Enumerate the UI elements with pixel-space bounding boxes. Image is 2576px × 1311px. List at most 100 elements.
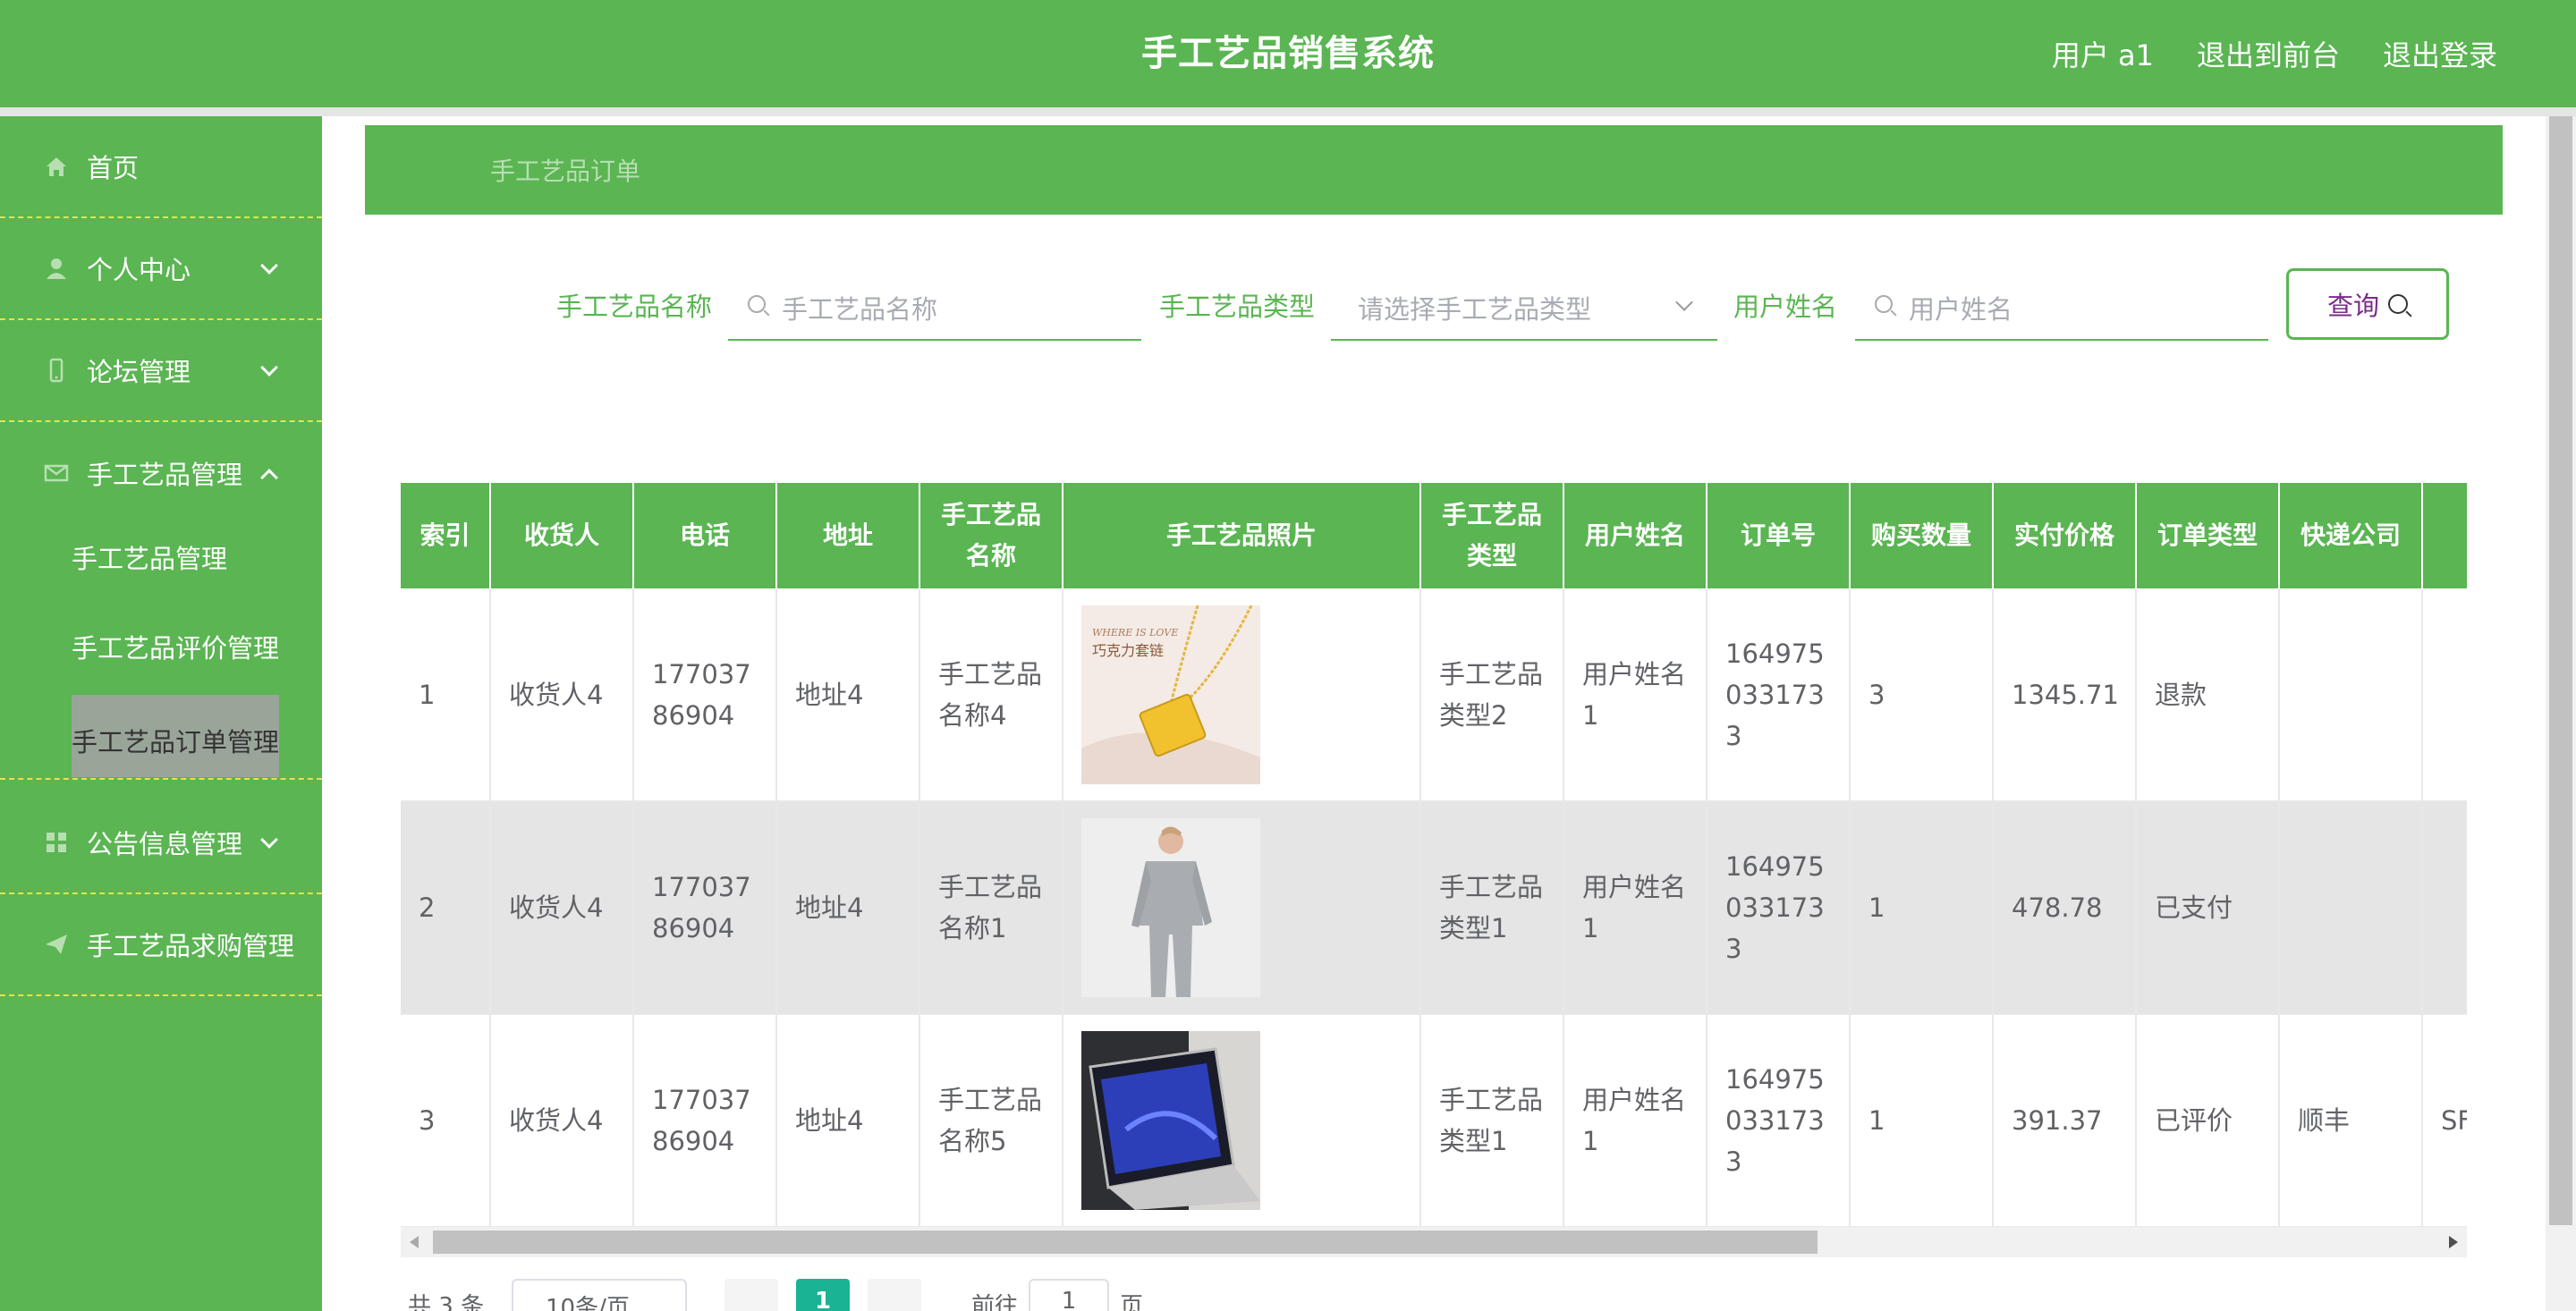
sidebar-subitem-crafts[interactable]: 手工艺品管理 (0, 512, 322, 602)
column-header: 订单号 (1707, 483, 1851, 588)
chevron-down-icon (1675, 293, 1693, 311)
chevron-down-icon (260, 359, 278, 376)
craft-name-placeholder: 手工艺品名称 (782, 294, 938, 325)
cell-phone: 17703786904 (633, 1014, 777, 1228)
sidebar-subitem-label: 手工艺品管理 (72, 544, 228, 574)
search-icon (748, 295, 766, 313)
user-name-input[interactable]: 用户姓名 (1855, 273, 2268, 341)
phone-icon (43, 357, 70, 384)
sidebar-item-label: 个人中心 (87, 255, 191, 285)
column-header: 用户姓名 (1563, 483, 1707, 588)
cell-tracking: SF1254 (2422, 1014, 2467, 1228)
cell-user: 用户姓名1 (1563, 588, 1707, 802)
search-icon (1875, 295, 1893, 313)
sidebar-item-profile[interactable]: 个人中心 (0, 218, 322, 320)
sidebar-item-forum[interactable]: 论坛管理 (0, 320, 322, 422)
sidebar-item-notices[interactable]: 公告信息管理 (0, 792, 322, 894)
cell-tracking (2422, 588, 2467, 802)
cell-order-type: 退款 (2136, 588, 2280, 802)
table-scrollbar-thumb[interactable] (433, 1231, 1818, 1254)
search-icon (2388, 294, 2408, 314)
column-header: 快递公司 (2279, 483, 2423, 588)
laptop-photo[interactable] (1081, 1031, 1260, 1210)
table-header-row: 索引 收货人 电话 地址 手工艺品名称 手工艺品照片 手工艺品类型 用户姓名 订… (401, 483, 2467, 588)
page-scrollbar[interactable] (2546, 116, 2576, 1311)
sidebar-item-purchase-requests[interactable]: 手工艺品求购管理 (0, 894, 322, 996)
sidebar-item-crafts[interactable]: 手工艺品管理 (0, 422, 322, 524)
scroll-left-arrow-icon[interactable] (410, 1236, 419, 1248)
cell-user: 用户姓名1 (1563, 801, 1707, 1015)
cell-order-type: 已支付 (2136, 801, 2280, 1015)
column-header: 索引 (401, 483, 491, 588)
header-divider (0, 107, 2576, 116)
page-scrollbar-thumb[interactable] (2549, 116, 2572, 1225)
table-horizontal-scrollbar[interactable] (401, 1227, 2467, 1257)
cell-craft-name: 手工艺品名称4 (919, 588, 1063, 802)
cell-receiver: 收货人4 (490, 588, 634, 802)
cell-index: 3 (401, 1014, 491, 1228)
orders-table: 索引 收货人 电话 地址 手工艺品名称 手工艺品照片 手工艺品类型 用户姓名 订… (401, 483, 2467, 1228)
exit-to-front-link[interactable]: 退出到前台 (2197, 33, 2340, 74)
page-number-button[interactable]: 1 (796, 1279, 850, 1311)
cell-address: 地址4 (776, 1014, 920, 1228)
cell-qty: 3 (1850, 588, 1994, 802)
column-header: 电话 (633, 483, 777, 588)
cell-qty: 1 (1850, 801, 1994, 1015)
sidebar-subitem-label: 手工艺品评价管理 (72, 633, 280, 664)
scroll-right-arrow-icon[interactable] (2449, 1236, 2458, 1248)
goto-page-input[interactable]: 1 (1029, 1279, 1109, 1311)
user-name-placeholder: 用户姓名 (1909, 294, 2013, 325)
craft-name-label: 手工艺品名称 (556, 292, 713, 322)
necklace-caption-cn: 巧克力套链 (1092, 642, 1164, 659)
cell-photo (1063, 1014, 1421, 1228)
column-header: 实付价格 (1993, 483, 2137, 588)
cell-address: 地址4 (776, 588, 920, 802)
necklace-photo[interactable]: WHERE IS LOVE 巧克力套链 (1081, 605, 1260, 784)
logout-link[interactable]: 退出登录 (2383, 33, 2497, 74)
cell-craft-name: 手工艺品名称1 (919, 801, 1063, 1015)
sidebar-subitem-orders[interactable]: 手工艺品订单管理 (0, 691, 322, 781)
query-button[interactable]: 查询 (2286, 268, 2449, 340)
page-size-value: 10条/页 (546, 1295, 630, 1311)
cell-courier (2279, 588, 2423, 802)
column-header: 手工艺品类型 (1420, 483, 1564, 588)
cell-craft-type: 手工艺品类型1 (1420, 801, 1564, 1015)
send-icon (43, 931, 70, 958)
table-row[interactable]: 1 收货人4 17703786904 地址4 手工艺品名称4 WHERE IS … (401, 588, 2467, 802)
goto-label: 前往 (971, 1293, 1019, 1311)
sidebar-item-label: 手工艺品管理 (87, 460, 243, 490)
column-header: 手工艺品照片 (1063, 483, 1421, 588)
cell-courier: 顺丰 (2279, 1014, 2423, 1228)
cell-order-no: 1649750331733 (1707, 801, 1851, 1015)
cell-photo: WHERE IS LOVE 巧克力套链 (1063, 588, 1421, 802)
cell-phone: 17703786904 (633, 801, 777, 1015)
cell-index: 1 (401, 588, 491, 802)
column-header: 手工艺品名称 (919, 483, 1063, 588)
breadcrumb: 手工艺品订单 (365, 125, 2503, 215)
sidebar-item-label: 论坛管理 (87, 357, 191, 387)
cell-price: 1345.71 (1993, 588, 2137, 802)
suit-photo[interactable] (1081, 818, 1260, 997)
craft-name-input[interactable]: 手工艺品名称 (728, 273, 1141, 341)
sidebar-item-home[interactable]: 首页 (0, 116, 322, 218)
craft-type-select[interactable]: 请选择手工艺品类型 (1331, 273, 1717, 341)
cell-receiver: 收货人4 (490, 801, 634, 1015)
next-page-button[interactable] (868, 1279, 921, 1311)
cell-order-no: 1649750331733 (1707, 1014, 1851, 1228)
page-size-select[interactable]: 10条/页 (512, 1279, 687, 1311)
sidebar-item-label: 首页 (87, 153, 140, 183)
chevron-down-icon (260, 257, 278, 275)
envelope-icon (43, 460, 70, 486)
query-button-label: 查询 (2326, 291, 2379, 321)
cell-craft-name: 手工艺品名称5 (919, 1014, 1063, 1228)
cell-craft-type: 手工艺品类型2 (1420, 588, 1564, 802)
cell-tracking (2422, 801, 2467, 1015)
table-row[interactable]: 3 收货人4 17703786904 地址4 手工艺品名称5 手工艺品类型1 用… (401, 1014, 2467, 1228)
grid-icon (43, 829, 70, 856)
cell-courier (2279, 801, 2423, 1015)
cell-price: 391.37 (1993, 1014, 2137, 1228)
user-icon (43, 255, 70, 282)
table-row[interactable]: 2 收货人4 17703786904 地址4 手工艺品名称1 手工艺品类型1 用… (401, 801, 2467, 1015)
prev-page-button[interactable] (724, 1279, 778, 1311)
sidebar-subitem-reviews[interactable]: 手工艺品评价管理 (0, 602, 322, 691)
